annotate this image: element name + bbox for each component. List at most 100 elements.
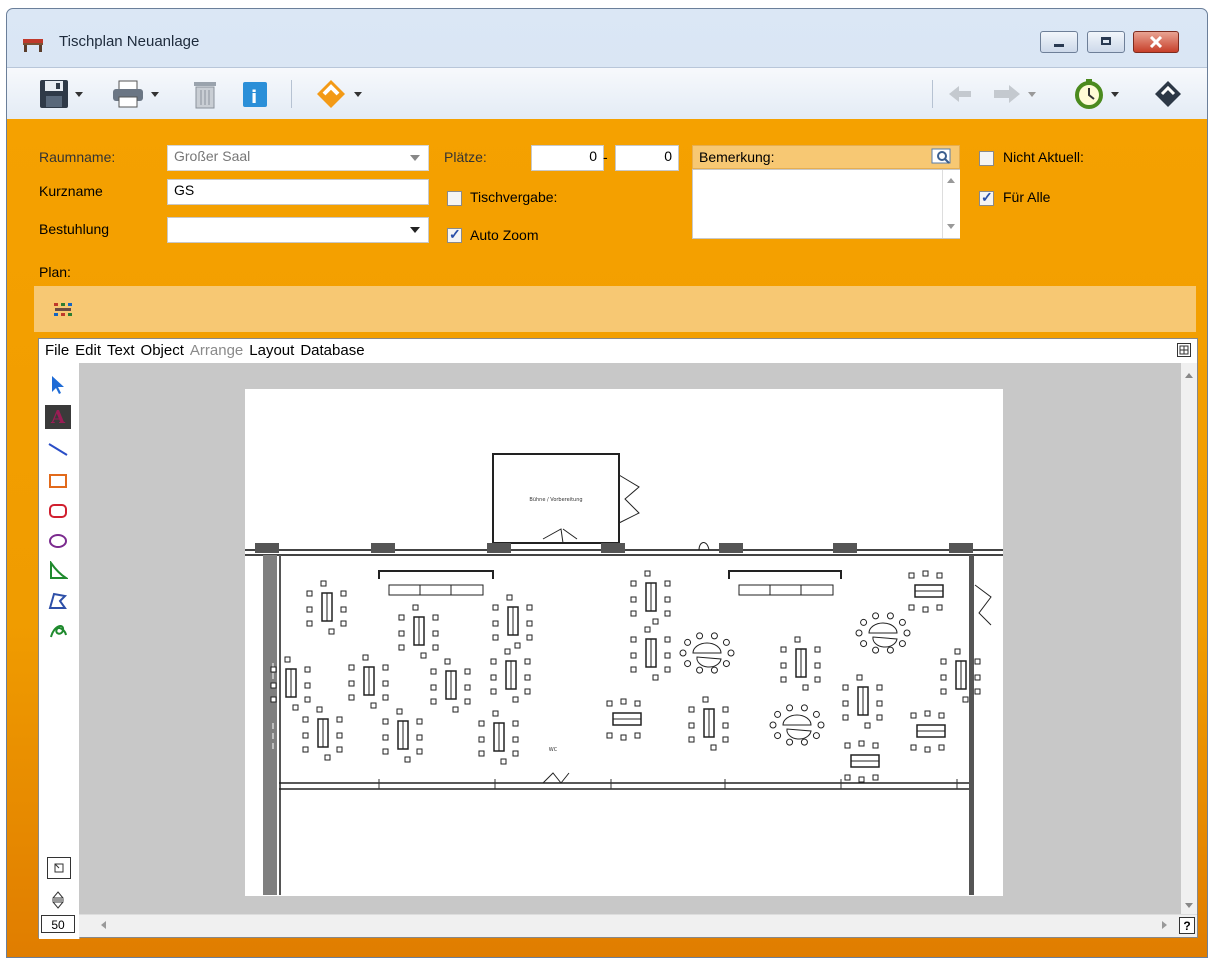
bemerkung-scrollbar[interactable] (942, 170, 960, 238)
back-button[interactable] (947, 78, 973, 110)
app-window: Tischplan Neuanlage i Raumname: Großer S… (6, 8, 1208, 958)
kurzname-label: Kurzname (39, 183, 103, 199)
polygon-tool[interactable] (45, 589, 71, 613)
tag-button[interactable] (314, 78, 362, 110)
raumname-combo[interactable]: Großer Saal (167, 145, 429, 171)
print-button[interactable] (111, 78, 159, 110)
svg-text:WC: WC (549, 747, 558, 753)
freehand-icon (50, 624, 67, 638)
scroll-right-icon[interactable] (1162, 921, 1167, 929)
zoom-level[interactable]: 50 (41, 915, 75, 933)
menu-database[interactable]: Database (300, 342, 364, 359)
plan-label: Plan: (39, 264, 71, 280)
cursor-icon (52, 376, 64, 394)
save-icon (40, 80, 68, 108)
scroll-left-icon[interactable] (101, 921, 106, 929)
scroll-down-icon[interactable] (947, 224, 955, 229)
tag-dropdown-arrow[interactable] (354, 91, 362, 97)
menu-list: File Edit Text Object Arrange Layout Database (45, 342, 371, 359)
line-tool[interactable] (45, 437, 71, 461)
bemerkung-header: Bemerkung: (692, 145, 960, 169)
print-dropdown-arrow[interactable] (151, 91, 159, 97)
raumname-value: Großer Saal (174, 148, 251, 164)
save-button[interactable] (39, 78, 83, 110)
plaetze-separator: - (603, 149, 608, 165)
svg-text:Bühne / Vorbereitung: Bühne / Vorbereitung (529, 497, 582, 503)
plan-toolbar (34, 286, 1196, 332)
horizontal-scrollbar[interactable]: ? (79, 914, 1197, 937)
forward-button[interactable] (992, 78, 1036, 110)
chevron-down-icon (410, 155, 420, 161)
forward-dropdown-arrow[interactable] (1028, 91, 1036, 97)
text-a-icon: A (51, 406, 65, 428)
nicht-aktuell-checkbox[interactable] (979, 151, 994, 166)
arc-tool[interactable] (45, 559, 71, 583)
printer-icon (113, 80, 143, 108)
table-icon (23, 39, 43, 52)
raumname-label: Raumname: (39, 149, 116, 165)
reference-tool[interactable] (47, 857, 71, 879)
menu-text[interactable]: Text (107, 342, 135, 359)
text-tool[interactable]: A (45, 405, 71, 429)
history-dropdown-arrow[interactable] (1111, 91, 1119, 97)
bestuhlung-combo[interactable] (167, 217, 429, 243)
scroll-up-icon[interactable] (1185, 373, 1193, 378)
rectangle-tool[interactable] (45, 469, 71, 493)
maximize-button[interactable] (1087, 31, 1125, 53)
rounded-rectangle-icon (49, 504, 67, 518)
help-button[interactable]: ? (1179, 917, 1195, 934)
floorplan-editor: File Edit Text Object Arrange Layout Database … (38, 338, 1198, 939)
menu-file[interactable]: File (45, 342, 69, 359)
scroll-down-icon[interactable] (1185, 903, 1193, 908)
bestuhlung-label: Bestuhlung (39, 221, 110, 237)
menu-edit[interactable]: Edit (75, 342, 101, 359)
plaetze-from-input[interactable]: 0 (531, 145, 604, 171)
bemerkung-textarea[interactable] (692, 169, 960, 239)
arrow-left-icon (949, 86, 971, 102)
minimize-button[interactable] (1040, 31, 1078, 53)
pointer-tool[interactable] (45, 373, 71, 397)
delete-button[interactable] (192, 78, 218, 110)
main-toolbar: i (7, 67, 1207, 120)
scroll-up-icon[interactable] (947, 178, 955, 183)
tool-palette: A 50 (39, 363, 80, 939)
editor-menubar: File Edit Text Object Arrange Layout Database (39, 339, 1197, 363)
chevron-down-icon (410, 227, 420, 233)
info-button[interactable]: i (241, 78, 269, 110)
page-size-tool[interactable] (45, 890, 71, 910)
menu-layout[interactable]: Layout (249, 342, 294, 359)
history-button[interactable] (1073, 78, 1119, 110)
floorplan-drawing: Bühne / Vorbereitung WC (245, 389, 1003, 896)
line-icon (48, 443, 68, 456)
grid-icon[interactable] (1177, 343, 1191, 357)
menu-arrange[interactable]: Arrange (190, 342, 243, 359)
rounded-rectangle-tool[interactable] (45, 499, 71, 523)
kurzname-input[interactable]: GS (167, 179, 429, 205)
nicht-aktuell-label: Nicht Aktuell: (1003, 149, 1084, 165)
title-bar: Tischplan Neuanlage (7, 9, 1207, 67)
freehand-tool[interactable] (45, 619, 71, 643)
help-book-button[interactable] (1153, 78, 1183, 110)
arc-icon (50, 561, 68, 579)
save-dropdown-arrow[interactable] (75, 91, 83, 97)
tag-icon (317, 80, 345, 108)
floorplan-canvas[interactable]: Bühne / Vorbereitung WC (79, 363, 1183, 916)
book-icon (1155, 81, 1181, 107)
autozoom-checkbox[interactable] (447, 226, 462, 243)
tischvergabe-checkbox[interactable] (447, 191, 462, 206)
search-icon[interactable] (931, 148, 953, 166)
close-button[interactable] (1133, 31, 1179, 53)
plaetze-to-input[interactable]: 0 (615, 145, 679, 171)
trash-icon (194, 82, 216, 109)
polygon-icon (48, 592, 68, 609)
rectangle-icon (49, 474, 67, 488)
seating-plan-icon[interactable] (54, 303, 72, 317)
oval-tool[interactable] (45, 529, 71, 553)
fuer-alle-checkbox[interactable] (979, 189, 994, 206)
toolbar-separator (932, 80, 933, 108)
oval-icon (49, 534, 67, 548)
menu-object[interactable]: Object (141, 342, 184, 359)
vertical-scrollbar[interactable] (1181, 363, 1197, 916)
toolbar-separator (291, 80, 292, 108)
autozoom-label: Auto Zoom (470, 227, 539, 243)
